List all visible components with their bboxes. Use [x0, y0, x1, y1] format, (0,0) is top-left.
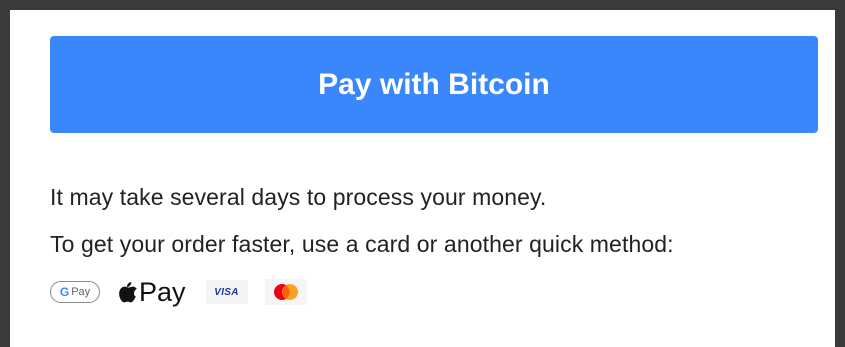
processing-time-notice: It may take several days to process your…	[50, 184, 547, 210]
pay-with-bitcoin-button[interactable]: Pay with Bitcoin	[50, 36, 818, 133]
apple-pay-label: Pay	[139, 276, 186, 307]
payment-method-icons: G Pay Pay VISA	[50, 277, 307, 308]
apple-logo-icon	[119, 282, 137, 303]
mastercard-icon	[264, 279, 307, 305]
apple-pay-icon: Pay	[119, 277, 186, 308]
mastercard-circles-icon	[273, 284, 298, 300]
faster-method-hint: To get your order faster, use a card or …	[50, 231, 674, 257]
payment-panel: Pay with Bitcoin It may take several day…	[10, 10, 835, 347]
google-pay-label: Pay	[71, 286, 91, 298]
visa-icon: VISA	[205, 280, 248, 304]
google-pay-icon: G Pay	[50, 281, 100, 303]
google-g-letter: G	[59, 285, 70, 299]
